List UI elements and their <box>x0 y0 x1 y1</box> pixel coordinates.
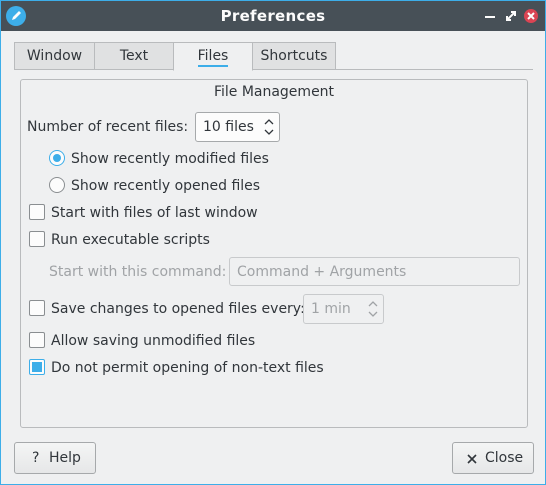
command-field[interactable] <box>229 257 520 286</box>
close-icon[interactable] <box>523 8 539 24</box>
checkbox-start-last-window[interactable] <box>29 204 45 220</box>
tab-files[interactable]: Files <box>173 42 253 71</box>
command-label: Start with this command: <box>49 264 227 280</box>
checkbox-label: Allow saving unmodified files <box>51 333 256 349</box>
minimize-icon[interactable] <box>482 8 498 24</box>
tab-label: Shortcuts <box>260 48 328 64</box>
spinbox-value: 1 min <box>311 301 351 317</box>
checkbox-label: Save changes to opened files every: <box>51 301 305 317</box>
radio-recently-modified[interactable] <box>49 150 65 166</box>
tab-shortcuts[interactable]: Shortcuts <box>252 42 336 70</box>
recent-files-label: Number of recent files: <box>27 119 189 135</box>
question-icon: ? <box>32 450 40 466</box>
close-button[interactable]: Close <box>452 442 534 474</box>
checkbox-label: Run executable scripts <box>51 232 210 248</box>
spin-arrows-icon[interactable] <box>263 117 275 137</box>
preferences-window: Preferences Window Text Files Shortcuts … <box>0 0 546 485</box>
checkbox-run-scripts[interactable] <box>29 231 45 247</box>
tab-bar: Window Text Files Shortcuts <box>14 42 534 71</box>
maximize-icon[interactable] <box>503 8 519 24</box>
checkbox-no-nontext[interactable] <box>29 359 45 375</box>
tab-text[interactable]: Text <box>94 42 174 70</box>
spin-arrows-icon[interactable] <box>367 299 379 319</box>
radio-label: Show recently opened files <box>71 178 261 194</box>
window-title: Preferences <box>220 7 326 25</box>
close-button-label: Close <box>485 450 524 466</box>
help-button[interactable]: ? Help <box>14 442 96 474</box>
command-input[interactable] <box>230 258 519 285</box>
checkbox-save-changes[interactable] <box>29 300 45 316</box>
radio-label: Show recently modified files <box>71 151 269 167</box>
recent-files-spinbox[interactable]: 10 files <box>195 112 280 142</box>
tab-label: Window <box>26 48 83 64</box>
spinbox-value: 10 files <box>203 119 254 135</box>
checkbox-label: Start with files of last window <box>51 205 258 221</box>
x-icon <box>466 450 478 470</box>
tab-label: Text <box>119 48 149 64</box>
tab-label: Files <box>197 48 229 67</box>
checkbox-label: Do not permit opening of non-text files <box>51 360 324 376</box>
titlebar[interactable]: Preferences <box>1 1 545 31</box>
help-button-label: Help <box>49 450 81 466</box>
radio-recently-opened[interactable] <box>49 177 65 193</box>
tab-window[interactable]: Window <box>14 42 95 70</box>
autosave-interval-spinbox[interactable]: 1 min <box>303 294 384 324</box>
checkbox-allow-unmodified[interactable] <box>29 332 45 348</box>
group-title: File Management <box>213 84 335 100</box>
